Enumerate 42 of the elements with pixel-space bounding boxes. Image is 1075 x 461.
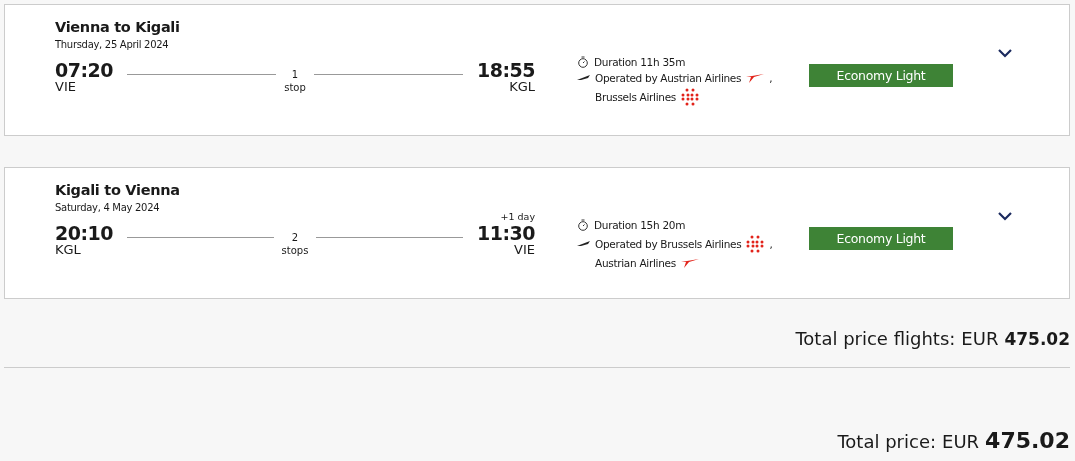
swoosh-logo-icon — [746, 73, 765, 83]
operated-by-text: Operated by Brussels Airlines — [595, 238, 742, 250]
departure-airport: VIE — [55, 80, 76, 94]
airplane-icon — [577, 241, 590, 247]
flight-date: Saturday, 4 May 2024 — [55, 202, 161, 213]
dots-logo-icon — [746, 235, 765, 253]
fare-badge: Economy Light — [809, 64, 953, 87]
chevron-icon — [997, 48, 1013, 58]
flight-date: Thursday, 25 April 2024 — [55, 39, 170, 50]
departure-airport: KGL — [55, 243, 81, 257]
arrival-time: 18:55 — [477, 60, 535, 80]
departure-time: 20:10 — [55, 223, 113, 243]
subtotal-currency: EUR — [961, 328, 999, 349]
separator-comma: , — [769, 72, 773, 84]
operated-by-text: Operated by Austrian Airlines — [595, 72, 742, 84]
flight-duration: Duration 11h 35m — [594, 56, 686, 68]
arrival-airport: KGL — [509, 80, 535, 94]
arrival-airport: VIE — [514, 243, 535, 257]
subtotal-amount: 475.02 — [1004, 329, 1070, 349]
day-offset: +1 day — [500, 211, 535, 223]
fare-badge: Economy Light — [809, 227, 953, 250]
chevron-icon — [997, 211, 1013, 221]
route-title: Kigali to Vienna — [55, 182, 181, 198]
subtotal-label: Total price flights: — [795, 328, 956, 349]
airplane-icon — [577, 75, 590, 81]
stopwatch-icon — [577, 219, 589, 231]
airline-name: Austrian Airlines — [595, 257, 676, 269]
flight-duration: Duration 15h 20m — [594, 219, 686, 231]
separator-comma: , — [769, 238, 773, 250]
route-title: Vienna to Kigali — [55, 19, 181, 35]
stop-count: 1 — [291, 68, 299, 81]
departure-time: 07:20 — [55, 60, 113, 80]
total-currency: EUR — [942, 431, 980, 452]
stop-label: stop — [284, 81, 306, 94]
total-label: Total price: — [837, 431, 937, 452]
stop-count: 2 — [291, 231, 299, 244]
arrival-time: 11:30 — [477, 223, 535, 243]
dots-logo-icon — [681, 88, 700, 106]
total-amount: 475.02 — [985, 428, 1070, 453]
airline-name: Brussels Airlines — [595, 91, 677, 103]
stopwatch-icon — [577, 56, 589, 68]
stop-label: stops — [281, 244, 309, 257]
